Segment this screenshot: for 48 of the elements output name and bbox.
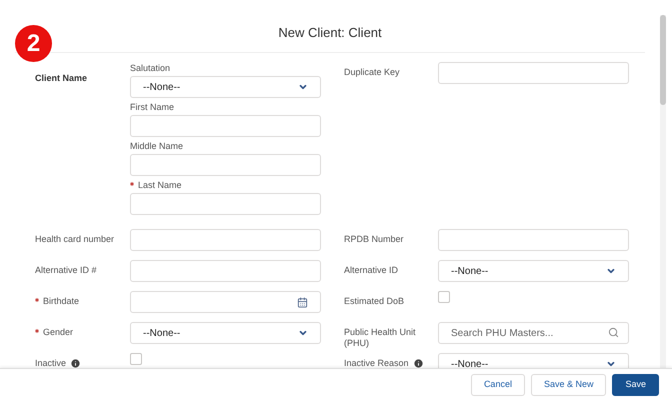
select-field[interactable]: --None-- — [438, 353, 629, 368]
field-label: Last Name — [138, 180, 182, 191]
text-field[interactable] — [130, 115, 321, 137]
required-icon — [35, 329, 39, 333]
dropdown-icon — [298, 82, 308, 92]
field-label: Public Health Unit (PHU) — [344, 327, 417, 349]
section-label: Client Name — [35, 73, 88, 83]
text-field[interactable] — [130, 260, 321, 282]
select-field[interactable]: --None-- — [438, 260, 629, 282]
dropdown-icon — [606, 359, 616, 368]
field-label: Duplicate Key — [344, 67, 400, 78]
date-field[interactable] — [130, 291, 321, 313]
secondary-button[interactable]: Cancel — [470, 374, 525, 396]
primary-button[interactable]: Save — [612, 374, 659, 396]
field-label: Inactive — [35, 358, 66, 368]
field-label: RPDB Number — [344, 234, 404, 245]
required-icon — [130, 182, 134, 186]
step-badge: 2 — [15, 25, 52, 62]
select-field[interactable]: --None-- — [130, 322, 321, 344]
checkbox[interactable] — [438, 291, 450, 303]
search-field[interactable]: Search PHU Masters... — [438, 322, 629, 344]
dropdown-icon — [298, 328, 308, 338]
field-label: Health card number — [35, 234, 114, 245]
modal-title: New Client: Client — [278, 24, 382, 42]
text-field[interactable] — [130, 154, 321, 176]
dropdown-icon — [606, 266, 616, 276]
scrollbar-thumb[interactable] — [660, 15, 666, 105]
field-label: Alternative ID — [344, 265, 398, 276]
text-field[interactable] — [438, 229, 629, 251]
field-label: Middle Name — [130, 141, 184, 152]
field-label: Inactive Reason — [344, 358, 409, 368]
field-label: Salutation — [130, 63, 170, 74]
select-field[interactable]: --None-- — [130, 76, 321, 98]
field-label: Alternative ID # — [35, 265, 97, 276]
field-label: Estimated DoB — [344, 296, 404, 307]
field-label: First Name — [130, 102, 174, 113]
checkbox[interactable] — [130, 353, 142, 365]
field-label: Birthdate — [43, 296, 80, 307]
field-label: Gender — [43, 327, 74, 338]
info-icon[interactable] — [70, 358, 82, 368]
text-field[interactable] — [130, 193, 321, 215]
required-icon — [35, 298, 39, 302]
search-icon — [608, 327, 619, 338]
text-field[interactable] — [130, 229, 321, 251]
calendar-icon[interactable] — [297, 296, 308, 308]
secondary-button[interactable]: Save & New — [530, 374, 606, 396]
text-field[interactable] — [438, 62, 629, 84]
info-icon[interactable] — [412, 358, 424, 368]
